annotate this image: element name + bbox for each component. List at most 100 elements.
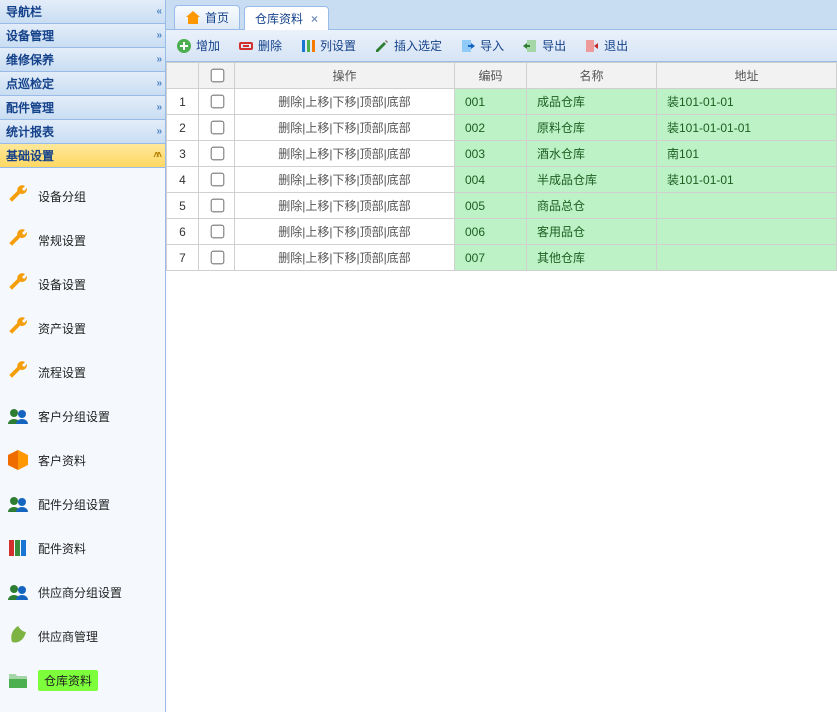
row-name[interactable]: 商品总仓 <box>527 193 657 219</box>
row-name[interactable]: 原料仓库 <box>527 115 657 141</box>
tab-warehouse[interactable]: 仓库资料 × <box>244 6 329 30</box>
sidebar-item-warehouse-data[interactable]: 仓库资料 <box>0 658 165 702</box>
row-checkbox[interactable] <box>210 147 224 161</box>
row-checkbox-cell <box>199 115 235 141</box>
grid-header-checkbox <box>199 63 235 89</box>
nav-group-basic-settings[interactable]: 基础设置 ˄˄ <box>0 144 165 168</box>
row-ops[interactable]: 删除|上移|下移|顶部|底部 <box>235 115 455 141</box>
grid-header-ops[interactable]: 操作 <box>235 63 455 89</box>
sidebar: 导航栏 « 设备管理 » 维修保养 » 点巡检定 » 配件管理 » 统计报表 »… <box>0 0 166 712</box>
sidebar-item-customer-data[interactable]: 客户资料 <box>0 438 165 482</box>
nav-group-reports[interactable]: 统计报表 » <box>0 120 165 144</box>
table-row[interactable]: 2删除|上移|下移|顶部|底部002原料仓库装101-01-01-01 <box>167 115 837 141</box>
nav-group-label: 统计报表 <box>6 123 54 140</box>
row-code[interactable]: 007 <box>455 245 527 271</box>
row-checkbox-cell <box>199 141 235 167</box>
table-row[interactable]: 1 删除|上移|下移|顶部|底部001成品仓库装101-01-01 <box>167 89 837 115</box>
row-code[interactable]: 006 <box>455 219 527 245</box>
row-addr[interactable] <box>657 193 837 219</box>
chevron-down-icon: » <box>156 102 159 113</box>
row-addr[interactable] <box>657 219 837 245</box>
sidebar-item-supplier-group[interactable]: 供应商分组设置 <box>0 570 165 614</box>
sidebar-item-customer-group[interactable]: 客户分组设置 <box>0 394 165 438</box>
grid-header-code[interactable]: 编码 <box>455 63 527 89</box>
insert-button[interactable]: 插入选定 <box>374 37 442 54</box>
export-icon <box>522 38 538 54</box>
row-addr[interactable]: 装101-01-01 <box>657 167 837 193</box>
row-checkbox[interactable] <box>210 95 224 109</box>
table-row[interactable]: 5删除|上移|下移|顶部|底部005商品总仓 <box>167 193 837 219</box>
grid-header-addr[interactable]: 地址 <box>657 63 837 89</box>
sidebar-item-device-settings[interactable]: 设备设置 <box>0 262 165 306</box>
sidebar-item-label: 供应商分组设置 <box>38 584 122 601</box>
row-checkbox-cell <box>199 89 235 115</box>
sidebar-item-device-group[interactable]: 设备分组 <box>0 174 165 218</box>
nav-group-devices[interactable]: 设备管理 » <box>0 24 165 48</box>
grid-header-row: 操作 编码 名称 地址 <box>167 63 837 89</box>
sidebar-item-label: 资产设置 <box>38 320 86 337</box>
row-addr[interactable]: 装101-01-01-01 <box>657 115 837 141</box>
row-code[interactable]: 003 <box>455 141 527 167</box>
add-button[interactable]: 增加 <box>176 37 220 54</box>
row-checkbox[interactable] <box>210 199 224 213</box>
columns-button[interactable]: 列设置 <box>300 37 356 54</box>
row-code[interactable]: 005 <box>455 193 527 219</box>
row-number: 1 <box>167 89 199 115</box>
row-ops[interactable]: 删除|上移|下移|顶部|底部 <box>235 89 455 115</box>
exit-button[interactable]: 退出 <box>584 37 628 54</box>
sidebar-item-parts-group[interactable]: 配件分组设置 <box>0 482 165 526</box>
toolbar-label: 导出 <box>542 37 566 54</box>
row-ops[interactable]: 删除|上移|下移|顶部|底部 <box>235 167 455 193</box>
row-ops[interactable]: 删除|上移|下移|顶部|底部 <box>235 219 455 245</box>
folder-icon <box>6 668 30 692</box>
sidebar-item-asset-settings[interactable]: 资产设置 <box>0 306 165 350</box>
close-icon[interactable]: × <box>311 12 318 26</box>
grid-header-name[interactable]: 名称 <box>527 63 657 89</box>
row-code[interactable]: 004 <box>455 167 527 193</box>
row-addr[interactable]: 装101-01-01 <box>657 89 837 115</box>
row-ops[interactable]: 删除|上移|下移|顶部|底部 <box>235 141 455 167</box>
row-code[interactable]: 001 <box>455 89 527 115</box>
import-button[interactable]: 导入 <box>460 37 504 54</box>
sidebar-item-parts-data[interactable]: 配件资料 <box>0 526 165 570</box>
row-checkbox[interactable] <box>210 173 224 187</box>
toolbar-label: 列设置 <box>320 37 356 54</box>
row-name[interactable]: 半成品仓库 <box>527 167 657 193</box>
row-addr[interactable]: 南101 <box>657 141 837 167</box>
sidebar-item-general-settings[interactable]: 常规设置 <box>0 218 165 262</box>
select-all-checkbox[interactable] <box>210 69 224 83</box>
row-ops[interactable]: 删除|上移|下移|顶部|底部 <box>235 245 455 271</box>
row-name[interactable]: 客用品仓 <box>527 219 657 245</box>
row-code[interactable]: 002 <box>455 115 527 141</box>
nav-group-inspection[interactable]: 点巡检定 » <box>0 72 165 96</box>
nav-title-bar[interactable]: 导航栏 « <box>0 0 165 24</box>
table-row[interactable]: 4删除|上移|下移|顶部|底部004半成品仓库装101-01-01 <box>167 167 837 193</box>
row-checkbox[interactable] <box>210 121 224 135</box>
tab-home[interactable]: 首页 <box>174 5 240 29</box>
collapse-left-icon[interactable]: « <box>156 6 159 17</box>
delete-button[interactable]: 删除 <box>238 37 282 54</box>
row-name[interactable]: 成品仓库 <box>527 89 657 115</box>
row-ops[interactable]: 删除|上移|下移|顶部|底部 <box>235 193 455 219</box>
table-row[interactable]: 6删除|上移|下移|顶部|底部006客用品仓 <box>167 219 837 245</box>
table-row[interactable]: 3删除|上移|下移|顶部|底部003酒水仓库南101 <box>167 141 837 167</box>
table-row[interactable]: 7删除|上移|下移|顶部|底部007其他仓库 <box>167 245 837 271</box>
toolbar-label: 插入选定 <box>394 37 442 54</box>
sidebar-item-label: 流程设置 <box>38 364 86 381</box>
row-name[interactable]: 其他仓库 <box>527 245 657 271</box>
sidebar-item-label: 配件分组设置 <box>38 496 110 513</box>
sidebar-item-supplier-mgmt[interactable]: 供应商管理 <box>0 614 165 658</box>
toolbar-label: 删除 <box>258 37 282 54</box>
row-checkbox-cell <box>199 219 235 245</box>
nav-group-parts[interactable]: 配件管理 » <box>0 96 165 120</box>
row-checkbox[interactable] <box>210 251 224 265</box>
sidebar-item-process-settings[interactable]: 流程设置 <box>0 350 165 394</box>
chevron-down-icon: » <box>156 78 159 89</box>
row-checkbox[interactable] <box>210 225 224 239</box>
row-addr[interactable] <box>657 245 837 271</box>
nav-group-maintenance[interactable]: 维修保养 » <box>0 48 165 72</box>
export-button[interactable]: 导出 <box>522 37 566 54</box>
sidebar-item-label: 供应商管理 <box>38 628 98 645</box>
row-name[interactable]: 酒水仓库 <box>527 141 657 167</box>
row-checkbox-cell <box>199 193 235 219</box>
